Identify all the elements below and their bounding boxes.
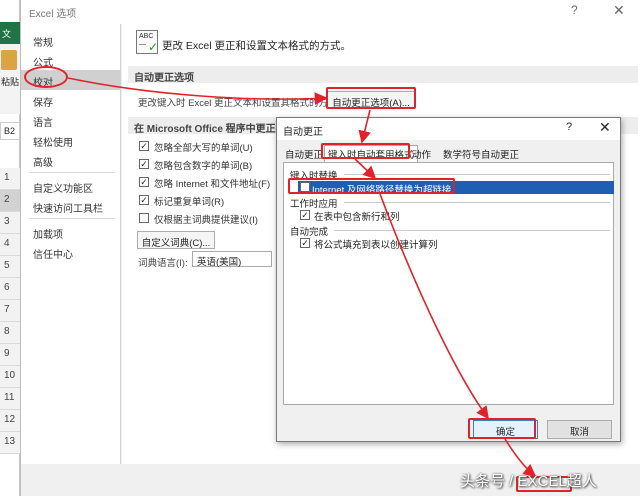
page-headline: 更改 Excel 更正和设置文本格式的方式。	[162, 40, 352, 52]
group-divider	[334, 230, 610, 231]
nav-item-addins[interactable]: 加载项	[21, 222, 121, 242]
row-header[interactable]: 4	[0, 234, 20, 256]
annotation-circle-proofing	[24, 66, 68, 88]
options-titlebar: Excel 选项 ? ✕	[21, 0, 640, 24]
nav-item-language[interactable]: 语言	[21, 110, 121, 130]
check-icon: ✓	[148, 40, 159, 54]
paste-label: 粘贴	[1, 77, 20, 87]
checkbox-label: 忽略包含数字的单词(B)	[154, 161, 253, 172]
dictionary-language-label: 词典语言(I):	[138, 258, 188, 269]
flag-repeated-checkbox[interactable]: ✓	[139, 195, 149, 205]
file-tab[interactable]: 文	[0, 22, 20, 44]
annotation-box-autocorrect-button	[326, 87, 416, 109]
watermark: 头条号 / EXCEL超人	[460, 473, 597, 490]
dialog-help-icon[interactable]: ?	[566, 121, 572, 133]
help-icon[interactable]: ?	[571, 3, 578, 17]
ignore-uppercase-checkbox[interactable]: ✓	[139, 141, 149, 151]
main-dictionary-only-checkbox[interactable]	[139, 213, 149, 223]
checkbox-label: 仅根据主词典提供建议(I)	[154, 215, 258, 226]
autocorrect-section-heading: 自动更正选项	[128, 66, 638, 84]
nav-item-trust-center[interactable]: 信任中心	[21, 242, 121, 262]
row-header[interactable]: 5	[0, 256, 20, 278]
checkbox-label: 标记重复单词(R)	[154, 197, 225, 208]
row-header[interactable]: 2	[0, 190, 20, 212]
autoformat-panel: 键入时替换 Internet 及网络路径替换为超链接 工作时应用 ✓ 在表中包含…	[283, 162, 614, 405]
nav-item-accessibility[interactable]: 轻松使用	[21, 130, 121, 150]
autocorrect-description: 更改键入时 Excel 更正文本和设置其格式的方式：	[138, 98, 348, 109]
tab-actions[interactable]: 动作	[412, 147, 431, 161]
options-nav: 常规 公式 校对 保存 语言 轻松使用 高级 自定义功能区 快速访问工具栏 加载…	[21, 24, 121, 464]
dictionary-language-select[interactable]: 英语(美国)	[192, 251, 272, 268]
row-header[interactable]: 9	[0, 344, 20, 366]
custom-dictionaries-button[interactable]: 自定义词典(C)...	[137, 231, 215, 249]
group-autocomplete: 自动完成	[290, 227, 329, 238]
row-header[interactable]: 12	[0, 410, 20, 432]
annotation-box-ok-button	[468, 418, 536, 439]
group-apply-as-you-work: 工作时应用	[290, 199, 338, 210]
tab-math-autocorrect[interactable]: 数学符号自动更正	[443, 147, 519, 161]
name-box[interactable]: B2	[0, 122, 20, 140]
dialog-close-icon[interactable]: ✕	[599, 119, 611, 136]
nav-item-quick-access[interactable]: 快速访问工具栏	[21, 196, 121, 216]
excel-background: 文 粘贴 B2 1 2 3 4 5 6 7 8 9 10 11 12 13	[0, 0, 20, 496]
tab-autocorrect[interactable]: 自动更正	[285, 147, 323, 161]
autocorrect-dialog: 自动更正 ? ✕ 自动更正 键入时自动套用格式 动作 数学符号自动更正 键入时替…	[276, 117, 621, 442]
include-new-rows-checkbox[interactable]: ✓	[300, 210, 310, 220]
nav-item-advanced[interactable]: 高级	[21, 150, 121, 170]
checkbox-label: 忽略全部大写的单词(U)	[154, 143, 253, 154]
nav-divider	[29, 172, 115, 173]
dialog-title: 自动更正	[283, 127, 323, 138]
fill-formulas-checkbox[interactable]: ✓	[300, 238, 310, 248]
paste-icon[interactable]	[1, 50, 17, 70]
include-new-rows-label: 在表中包含新行和列	[314, 212, 400, 223]
group-divider	[344, 174, 610, 175]
cancel-button[interactable]: 取消	[547, 420, 612, 439]
nav-item-save[interactable]: 保存	[21, 90, 121, 110]
fill-formulas-label: 将公式填充到表以创建计算列	[314, 240, 438, 251]
row-header[interactable]: 1	[0, 168, 20, 190]
row-header[interactable]: 6	[0, 278, 20, 300]
ignore-numbers-checkbox[interactable]: ✓	[139, 159, 149, 169]
nav-divider	[29, 218, 115, 219]
close-icon[interactable]: ✕	[613, 2, 625, 19]
checkbox-label: 忽略 Internet 和文件地址(F)	[154, 179, 271, 190]
nav-item-general[interactable]: 常规	[21, 30, 121, 50]
annotation-box-active-tab	[321, 143, 410, 159]
row-header[interactable]: 11	[0, 388, 20, 410]
group-divider	[344, 202, 610, 203]
row-header[interactable]: 10	[0, 366, 20, 388]
row-header[interactable]: 3	[0, 212, 20, 234]
annotation-box-hyperlink-option	[288, 178, 455, 194]
row-header[interactable]: 8	[0, 322, 20, 344]
row-header[interactable]: 13	[0, 432, 20, 454]
ignore-internet-checkbox[interactable]: ✓	[139, 177, 149, 187]
window-title: Excel 选项	[29, 9, 77, 20]
nav-item-customize-ribbon[interactable]: 自定义功能区	[21, 176, 121, 196]
row-header[interactable]: 7	[0, 300, 20, 322]
